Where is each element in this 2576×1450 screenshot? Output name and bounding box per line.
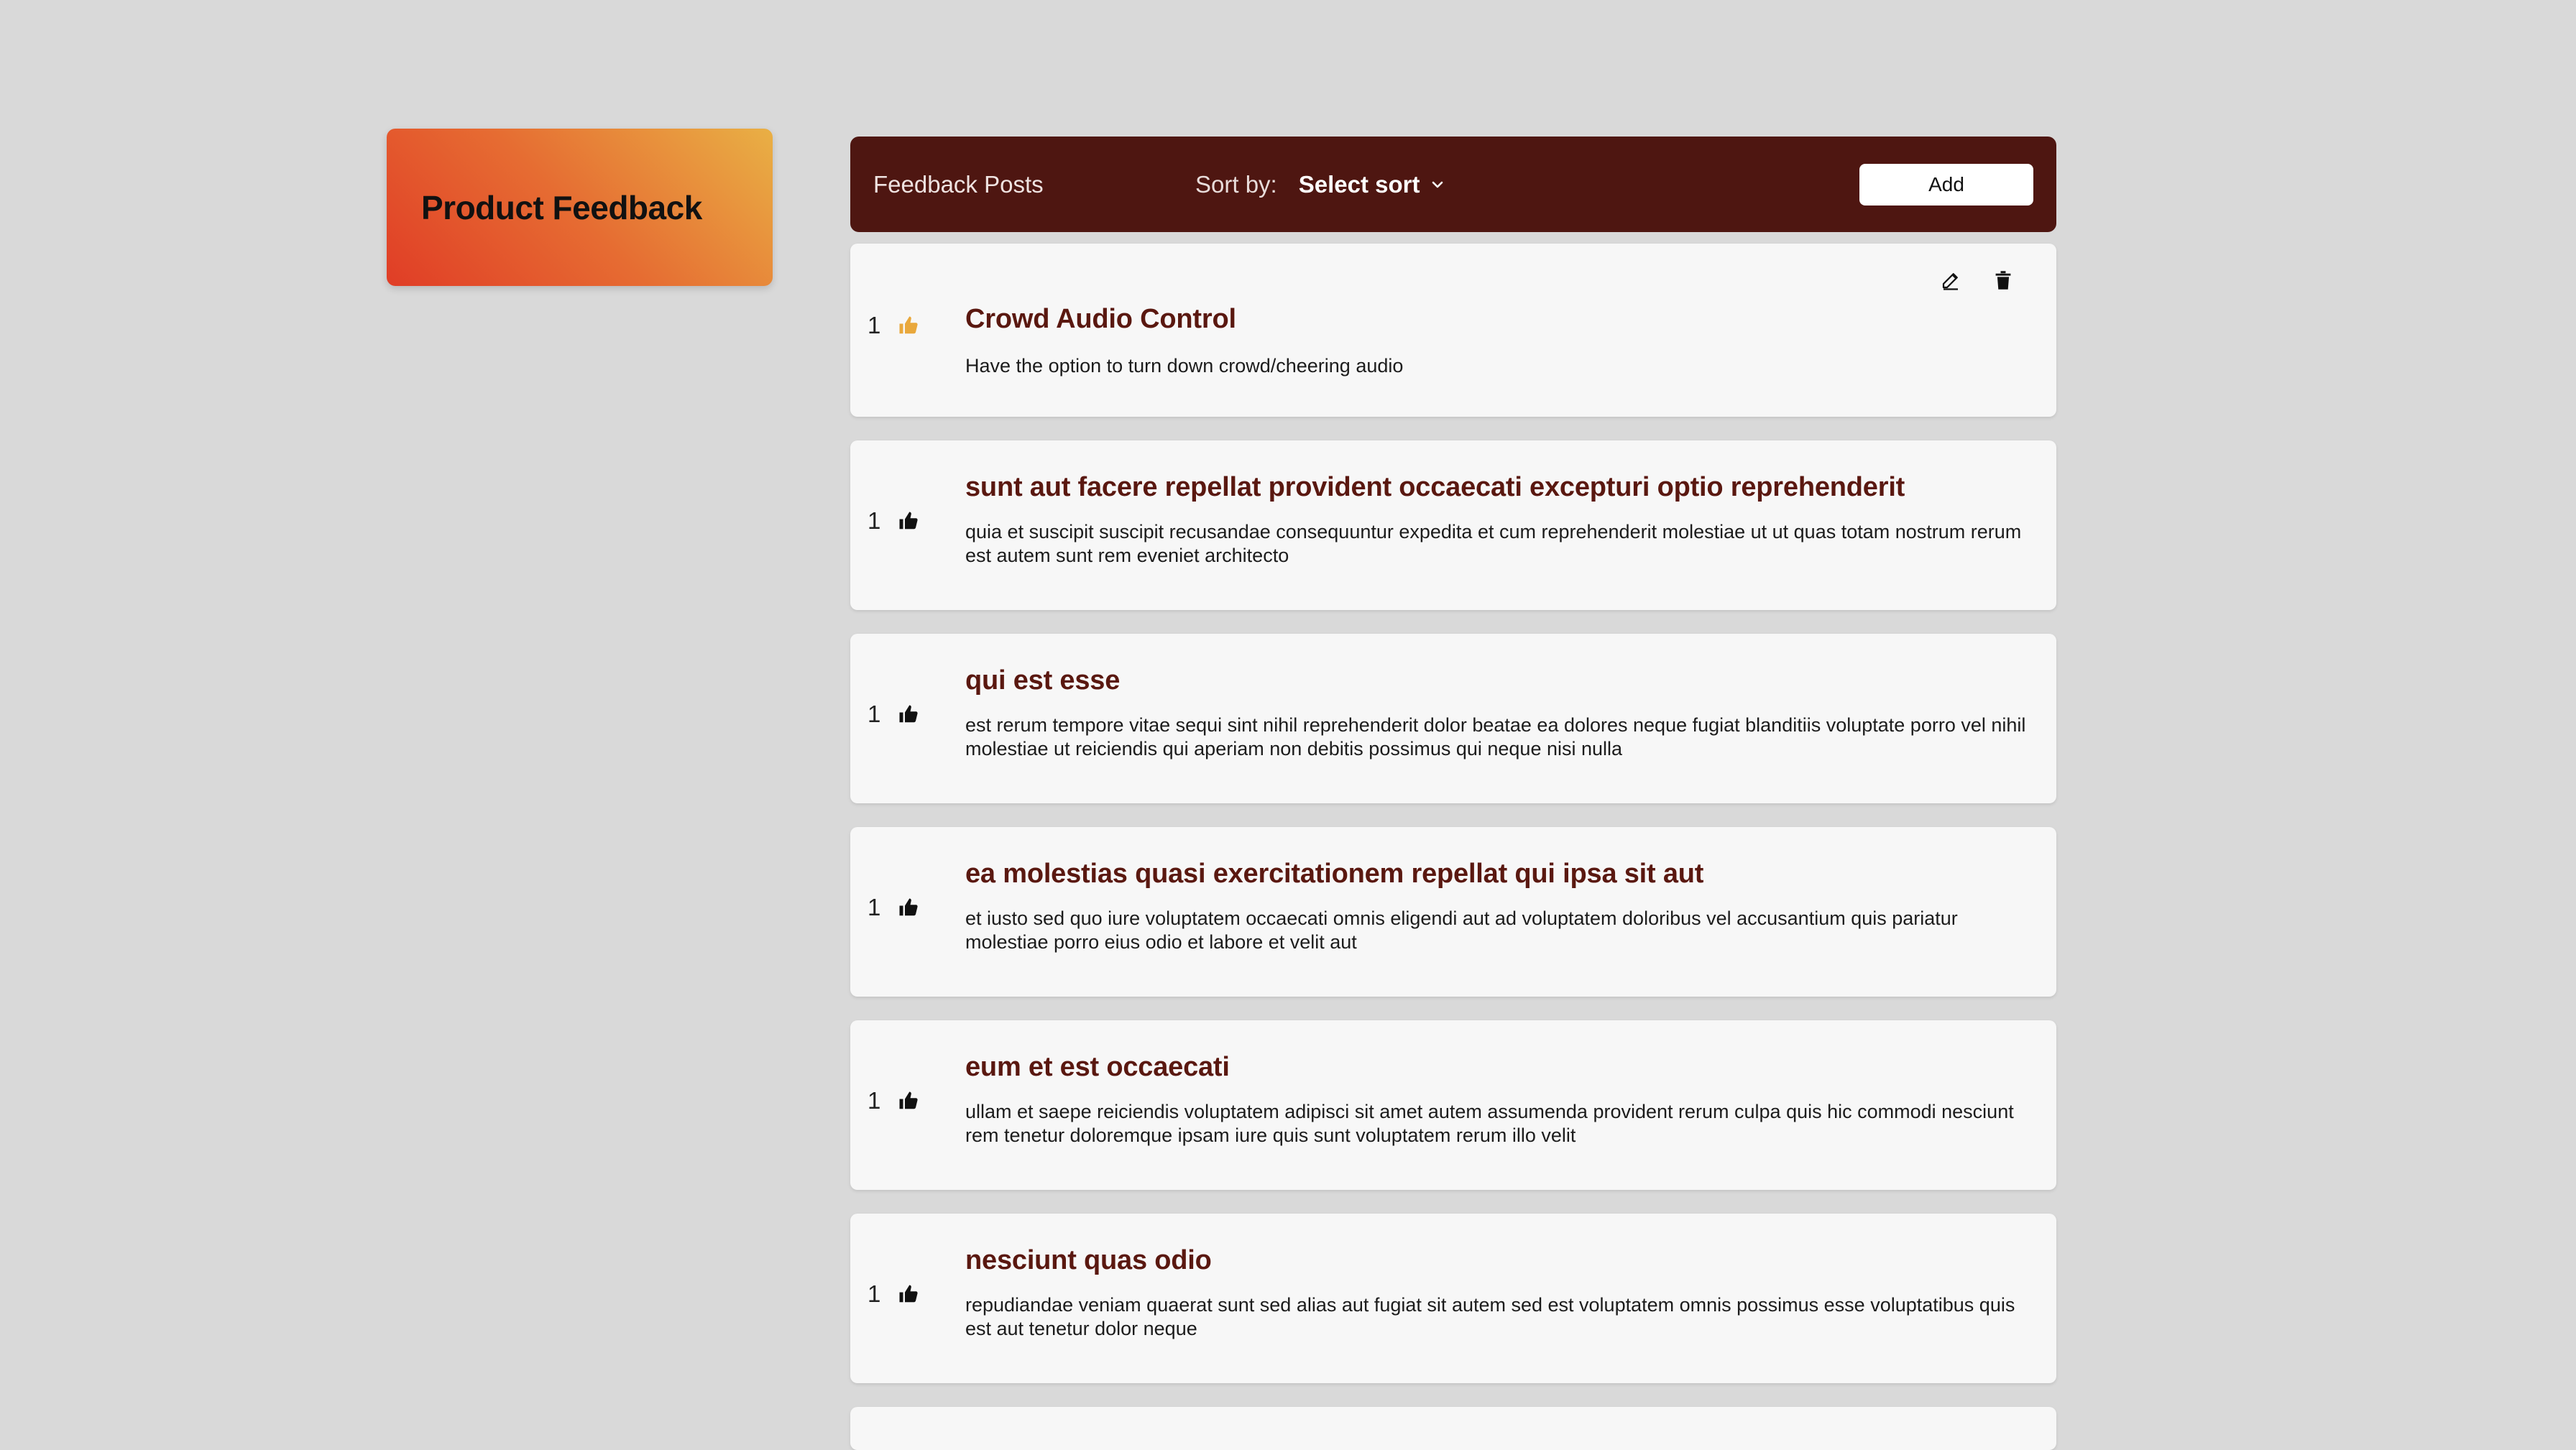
post-title[interactable]: Crowd Audio Control — [965, 304, 2030, 335]
feedback-panel: Feedback Posts Sort by: Select sort Add … — [850, 137, 2056, 1450]
post-title[interactable]: ea molestias quasi exercitationem repell… — [965, 859, 2030, 890]
post-description: et iusto sed quo iure voluptatem occaeca… — [965, 908, 1958, 953]
add-button[interactable]: Add — [1859, 164, 2033, 206]
sort-label: Sort by: — [1195, 170, 1277, 198]
post-description: repudiandae veniam quaerat sunt sed alia… — [965, 1294, 2015, 1339]
feedback-post: 1 qui est esse est rerum tempore vitae s… — [850, 634, 2056, 803]
post-content: sunt aut facere repellat provident occae… — [965, 472, 2030, 568]
thumbs-up-icon[interactable] — [898, 897, 919, 918]
post-content: eum et est occaecati ullam et saepe reic… — [965, 1052, 2030, 1147]
sort-group: Sort by: Select sort — [1195, 171, 1444, 198]
feedback-post: 1 nesciunt quas odio repudiandae veniam … — [850, 1214, 2056, 1383]
sort-select[interactable]: Select sort — [1299, 171, 1445, 198]
vote-control: 1 — [868, 701, 919, 728]
post-content: ea molestias quasi exercitationem repell… — [965, 859, 2030, 954]
vote-count: 1 — [868, 507, 881, 534]
thumbs-up-icon[interactable] — [898, 315, 919, 336]
post-title[interactable]: eum et est occaecati — [965, 1052, 2030, 1083]
feedback-post: 1 sunt aut facere repellat provident occ… — [850, 440, 2056, 610]
feedback-post: 1 eum et est occaecati ullam et saepe re… — [850, 1020, 2056, 1190]
post-title[interactable]: nesciunt quas odio — [965, 1245, 2030, 1276]
vote-control: 1 — [868, 507, 919, 535]
post-actions — [1940, 269, 2013, 291]
brand-card: Product Feedback — [387, 129, 773, 286]
brand-title: Product Feedback — [421, 188, 702, 226]
feedback-post: 1 Crowd Audio Control Have the option to… — [850, 244, 2056, 417]
vote-count: 1 — [868, 894, 881, 920]
post-description: Have the option to turn down crowd/cheer… — [965, 355, 1404, 377]
post-content: nesciunt quas odio repudiandae veniam qu… — [965, 1245, 2030, 1341]
pencil-icon[interactable] — [1940, 269, 1961, 291]
vote-count: 1 — [868, 312, 881, 338]
toolbar-title: Feedback Posts — [873, 170, 1044, 198]
feedback-toolbar: Feedback Posts Sort by: Select sort Add — [850, 137, 2056, 232]
sort-select-value: Select sort — [1298, 170, 1420, 198]
vote-count: 1 — [868, 1087, 881, 1114]
post-title[interactable]: sunt aut facere repellat provident occae… — [965, 472, 2030, 503]
post-description: ullam et saepe reiciendis voluptatem adi… — [965, 1101, 2014, 1146]
post-description: quia et suscipit suscipit recusandae con… — [965, 521, 2022, 566]
chevron-down-icon — [1431, 180, 1444, 189]
post-description: est rerum tempore vitae sequi sint nihil… — [965, 714, 2026, 759]
thumbs-up-icon[interactable] — [898, 510, 919, 532]
post-content: Crowd Audio Control Have the option to t… — [965, 304, 2030, 378]
vote-control: 1 — [868, 894, 919, 921]
vote-count: 1 — [868, 701, 881, 727]
post-title[interactable]: qui est esse — [965, 665, 2030, 696]
thumbs-up-icon[interactable] — [898, 1283, 919, 1305]
thumbs-up-icon[interactable] — [898, 703, 919, 725]
vote-control: 1 — [868, 312, 919, 339]
vote-count: 1 — [868, 1280, 881, 1307]
vote-control: 1 — [868, 1280, 919, 1308]
thumbs-up-icon[interactable] — [898, 1090, 919, 1112]
feedback-post: 1 ea molestias quasi exercitationem repe… — [850, 827, 2056, 997]
trash-icon[interactable] — [1993, 269, 2013, 291]
feedback-post-partial — [850, 1407, 2056, 1450]
vote-control: 1 — [868, 1087, 919, 1114]
post-content: qui est esse est rerum tempore vitae seq… — [965, 665, 2030, 761]
